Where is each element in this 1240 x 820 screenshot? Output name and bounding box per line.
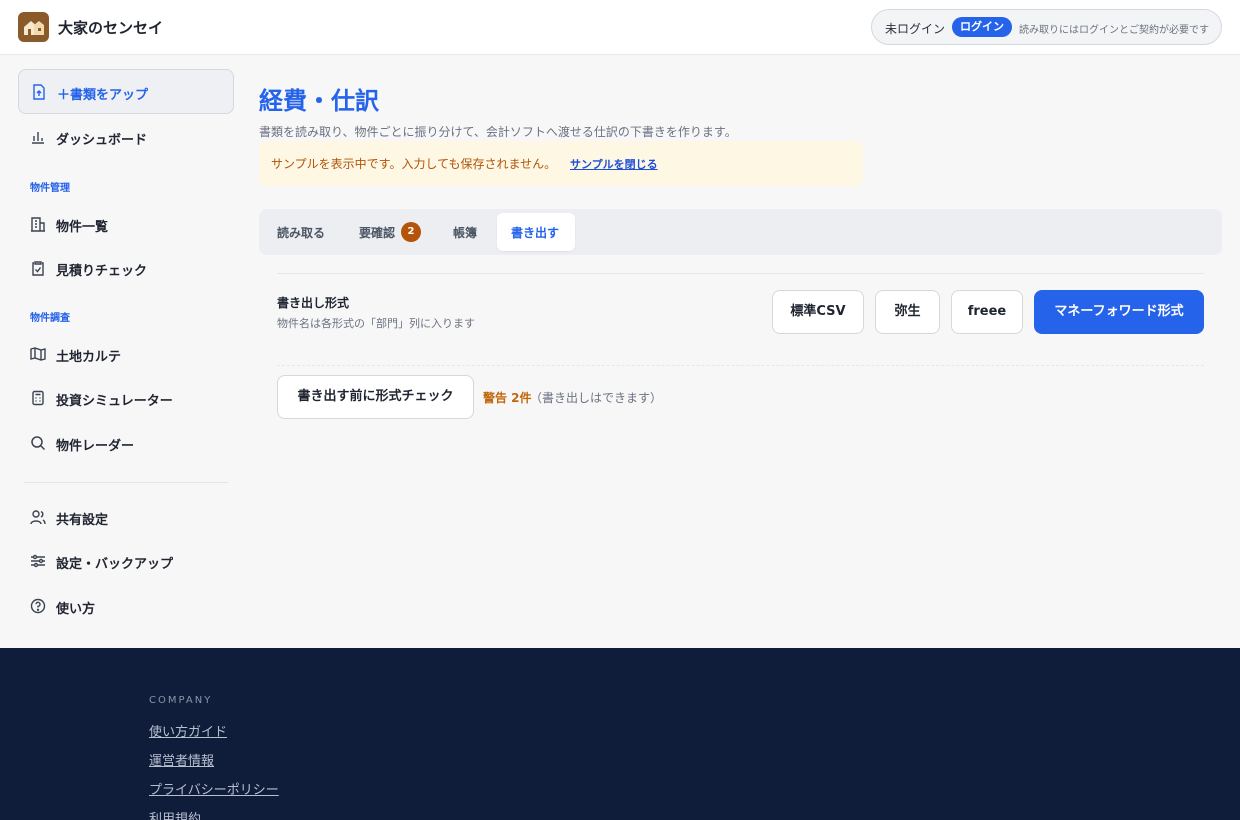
format-freee-button[interactable]: freee bbox=[951, 290, 1023, 334]
sidebar-item-property-radar[interactable]: 物件レーダー bbox=[18, 425, 234, 461]
footer-link-operator[interactable]: 運営者情報 bbox=[149, 750, 214, 769]
footer-link-privacy[interactable]: プライバシーポリシー bbox=[149, 779, 279, 798]
footer-link-terms[interactable]: 利用規約 bbox=[149, 808, 201, 820]
login-status-pill: 未ログイン ログイン 読み取りにはログインとご契約が必要です bbox=[871, 9, 1222, 45]
tab-needs-review[interactable]: 要確認 2 bbox=[345, 213, 437, 251]
warning-note: （書き出しはできます） bbox=[530, 391, 663, 405]
site-footer: COMPANY 使い方ガイド 運営者情報 プライバシーポリシー 利用規約 bbox=[0, 648, 1240, 820]
file-upload-icon bbox=[32, 84, 46, 104]
calculator-icon bbox=[30, 390, 46, 410]
tab-label: 帳簿 bbox=[453, 226, 478, 240]
map-icon bbox=[30, 346, 46, 366]
login-note: 読み取りにはログインとご契約が必要です bbox=[1019, 25, 1209, 36]
review-count-badge: 2 bbox=[401, 222, 421, 242]
sidebar-item-label: ダッシュボード bbox=[56, 133, 148, 148]
section-label-property-research: 物件調査 bbox=[30, 313, 70, 324]
sliders-icon bbox=[30, 553, 46, 573]
sidebar-item-settings-backup[interactable]: 設定・バックアップ bbox=[18, 543, 234, 579]
building-icon bbox=[30, 216, 46, 236]
tab-label: 読み取る bbox=[277, 226, 326, 240]
section-divider-dashed bbox=[277, 365, 1204, 366]
clipboard-check-icon bbox=[30, 260, 46, 280]
format-yayoi-button[interactable]: 弥生 bbox=[875, 290, 940, 334]
footer-heading: COMPANY bbox=[149, 695, 213, 706]
section-label-property-management: 物件管理 bbox=[30, 183, 70, 194]
bar-chart-icon bbox=[30, 129, 46, 149]
sidebar-item-how-to-use[interactable]: 使い方 bbox=[18, 588, 234, 624]
sidebar-item-label: 物件一覧 bbox=[56, 220, 109, 235]
warning-count: 警告 2件 bbox=[483, 391, 532, 405]
sample-mode-banner: サンプルを表示中です。入力しても保存されません。 サンプルを閉じる bbox=[259, 141, 863, 186]
page-title: 経費・仕訳 bbox=[259, 87, 379, 115]
login-status-text: 未ログイン bbox=[885, 22, 946, 36]
help-circle-icon bbox=[30, 598, 46, 618]
sidebar-divider bbox=[24, 482, 228, 483]
sidebar-item-label: 見積りチェック bbox=[56, 264, 148, 279]
users-icon bbox=[30, 509, 46, 529]
sidebar-item-shared-settings[interactable]: 共有設定 bbox=[18, 499, 234, 535]
sidebar-item-label: 土地カルテ bbox=[56, 350, 122, 365]
sidebar-item-label: 投資シミュレーター bbox=[56, 394, 173, 409]
sidebar: ＋書類をアップ ダッシュボード 物件管理 物件一覧 見積りチェック 物件調査 土… bbox=[0, 55, 248, 648]
format-moneyforward-button[interactable]: マネーフォワード形式 bbox=[1034, 290, 1204, 334]
search-icon bbox=[30, 435, 46, 455]
format-check-button[interactable]: 書き出す前に形式チェック bbox=[277, 375, 474, 419]
sidebar-item-label: 共有設定 bbox=[56, 513, 109, 528]
tab-read[interactable]: 読み取る bbox=[259, 213, 345, 251]
footer-link-guide[interactable]: 使い方ガイド bbox=[149, 721, 227, 740]
sidebar-item-label: 使い方 bbox=[56, 602, 96, 617]
app-header: 大家のセンセイ 未ログイン ログイン 読み取りにはログインとご契約が必要です bbox=[0, 0, 1240, 55]
login-button[interactable]: ログイン bbox=[952, 17, 1012, 37]
sidebar-item-dashboard[interactable]: ダッシュボード bbox=[18, 119, 234, 155]
upload-label: ＋書類をアップ bbox=[57, 88, 149, 103]
sidebar-item-label: 設定・バックアップ bbox=[56, 557, 174, 572]
house-logo-icon[interactable] bbox=[18, 12, 49, 42]
main-content: 経費・仕訳 書類を読み取り、物件ごとに振り分けて、会計ソフトへ渡せる仕訳の下書き… bbox=[248, 55, 1240, 648]
sidebar-item-investment-simulator[interactable]: 投資シミュレーター bbox=[18, 380, 234, 416]
tab-ledger[interactable]: 帳簿 bbox=[437, 213, 493, 251]
sample-banner-text: サンプルを表示中です。入力しても保存されません。 bbox=[271, 157, 557, 171]
tab-label: 書き出す bbox=[511, 226, 560, 240]
export-format-title: 書き出し形式 bbox=[277, 296, 350, 310]
sidebar-item-property-list[interactable]: 物件一覧 bbox=[18, 206, 234, 242]
tab-label: 要確認 bbox=[359, 226, 396, 240]
sidebar-item-label: 物件レーダー bbox=[56, 439, 135, 454]
export-format-subtitle: 物件名は各形式の「部門」列に入ります bbox=[277, 317, 475, 330]
tab-bar: 読み取る 要確認 2 帳簿 書き出す bbox=[259, 209, 1222, 255]
close-sample-link[interactable]: サンプルを閉じる bbox=[570, 156, 658, 172]
sidebar-item-estimate-check[interactable]: 見積りチェック bbox=[18, 250, 234, 286]
upload-documents-button[interactable]: ＋書類をアップ bbox=[18, 69, 234, 114]
format-standard-csv-button[interactable]: 標準CSV bbox=[772, 290, 864, 334]
tab-export[interactable]: 書き出す bbox=[497, 213, 575, 251]
sidebar-item-land-karte[interactable]: 土地カルテ bbox=[18, 336, 234, 372]
section-divider bbox=[277, 273, 1204, 274]
brand-name[interactable]: 大家のセンセイ bbox=[58, 17, 163, 38]
page-description: 書類を読み取り、物件ごとに振り分けて、会計ソフトへ渡せる仕訳の下書きを作ります。 bbox=[259, 125, 737, 139]
